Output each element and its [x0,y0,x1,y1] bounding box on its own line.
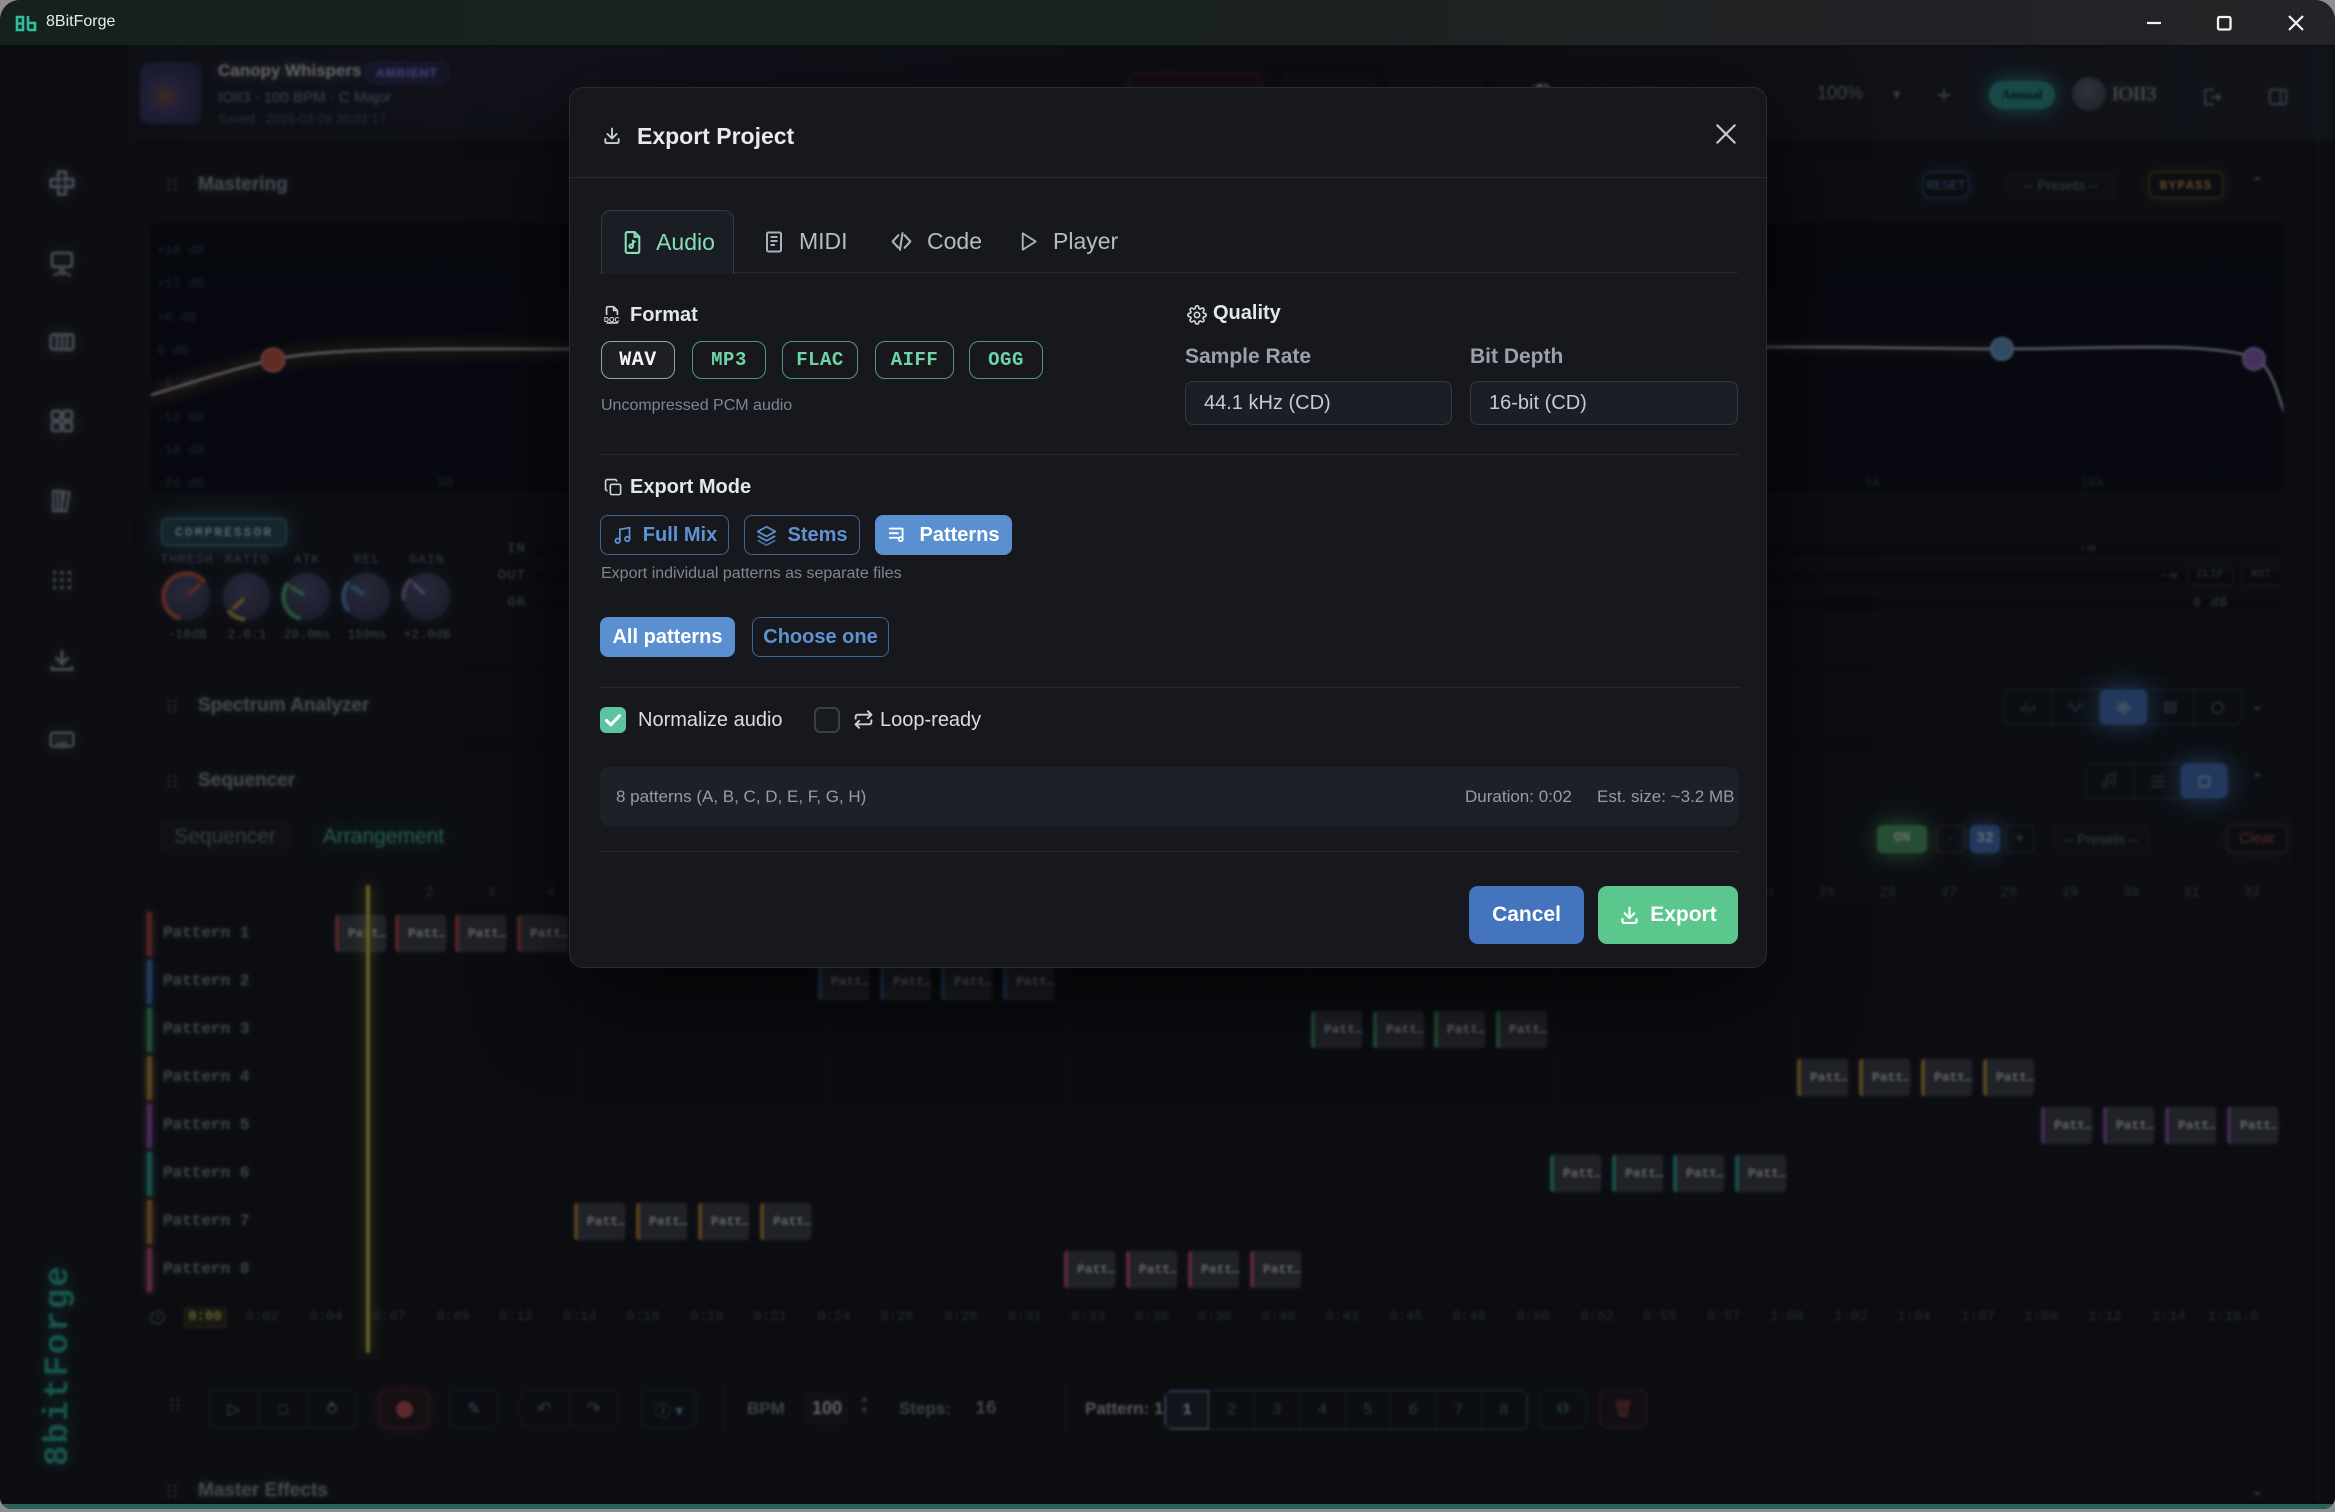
svg-text:DOC: DOC [604,316,620,324]
